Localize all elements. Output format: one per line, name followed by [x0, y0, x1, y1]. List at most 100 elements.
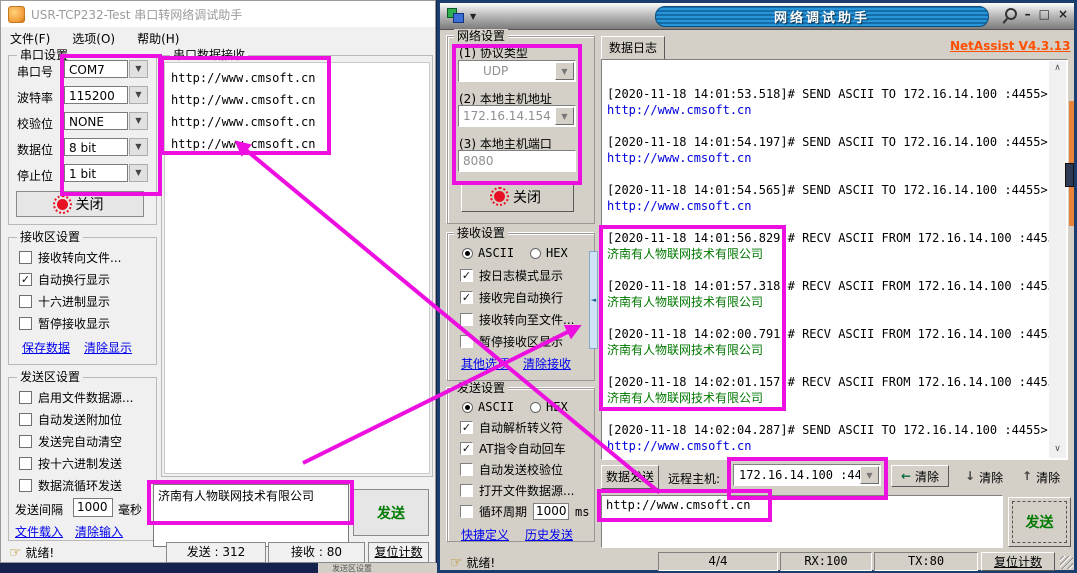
network-close-button[interactable]: 关闭	[461, 181, 574, 212]
hex-display-checkbox[interactable]: 十六进制显示	[19, 293, 110, 310]
maximize-button[interactable]: □	[1039, 7, 1050, 21]
parity-select[interactable]: NONE	[64, 112, 128, 130]
protocol-select[interactable]: UDP ▼	[458, 60, 576, 82]
at-auto-cr-checkbox[interactable]: AT指令自动回车	[460, 440, 566, 457]
clear-down-arrow-icon: ↓	[965, 469, 975, 486]
local-host-dropdown-icon[interactable]: ▼	[555, 107, 574, 125]
quick-define-link[interactable]: 快捷定义	[461, 526, 509, 543]
clear-left-arrow-icon: ←	[901, 469, 911, 483]
clear-all-quick-button[interactable]: ↑ 清除	[1022, 469, 1060, 486]
pause-recv-checkbox-right[interactable]: 暂停接收区显示	[460, 333, 563, 350]
pause-recv-checkbox[interactable]: 暂停接收显示	[19, 315, 110, 332]
menu-options[interactable]: 选项(O)	[72, 30, 115, 47]
ready-hand-icon: ☞	[450, 555, 463, 571]
net-send-input[interactable]: http://www.cmsoft.cn	[601, 495, 1003, 548]
right-title-bar[interactable]: ▼ 网络调试助手 – □ ×	[440, 3, 1074, 30]
net-rx-counter: RX:100	[780, 552, 872, 571]
serial-recv-textarea[interactable]: http://www.cmsoft.cn http://www.cmsoft.c…	[164, 62, 430, 474]
recv-settings-title: 接收设置	[454, 226, 508, 240]
recv-line: http://www.cmsoft.cn	[171, 133, 423, 155]
cycle-period-input[interactable]: 1000	[533, 503, 569, 520]
packet-counter: 4/4	[658, 552, 778, 571]
parity-dropdown-icon[interactable]: ▼	[129, 112, 148, 130]
local-host-select[interactable]: 172.16.14.154 ▼	[458, 105, 576, 127]
net-reset-count-button[interactable]: 复位计数	[981, 552, 1055, 571]
log-entry: [2020-11-18 14:02:04.287]# SEND ASCII TO…	[607, 422, 1047, 454]
load-file-link[interactable]: 文件载入	[15, 523, 63, 540]
send-group-title: 发送区设置	[17, 370, 83, 384]
data-bits-select[interactable]: 8 bit	[64, 138, 128, 156]
data-bits-dropdown-icon[interactable]: ▼	[129, 138, 148, 156]
other-options-link[interactable]: 其他选项	[461, 355, 509, 372]
open-file-datasource-checkbox[interactable]: 打开文件数据源...	[460, 482, 574, 499]
baud-rate-select[interactable]: 115200	[64, 86, 128, 104]
data-log-area[interactable]: [2020-11-18 14:01:53.518]# SEND ASCII TO…	[601, 59, 1068, 460]
close-button[interactable]: ×	[1058, 7, 1068, 21]
stop-bits-select[interactable]: 1 bit	[64, 164, 128, 182]
send-as-hex-checkbox[interactable]: 按十六进制发送	[19, 455, 122, 472]
panel-collapse-splitter[interactable]: ◄	[589, 251, 598, 349]
serial-port-label: 串口号	[17, 63, 61, 80]
log-scrollbar[interactable]: ∧ ∨	[1049, 61, 1066, 458]
serial-send-button[interactable]: 发送	[353, 489, 429, 536]
left-title-bar[interactable]: USR-TCP232-Test 串口转网络调试助手	[1, 1, 435, 27]
tab-data-log[interactable]: 数据日志	[601, 36, 665, 60]
data-bits-label: 数据位	[17, 141, 61, 158]
log-entry: [2020-11-18 14:01:56.829]# RECV ASCII FR…	[607, 230, 1047, 262]
auto-linefeed-checkbox[interactable]: 接收完自动换行	[460, 289, 563, 306]
frame-handle[interactable]	[1065, 163, 1074, 187]
netassist-version-link[interactable]: NetAssist V4.3.13	[950, 39, 1070, 53]
history-send-link[interactable]: 历史发送	[525, 526, 573, 543]
remote-host-dropdown-icon[interactable]: ▼	[860, 466, 879, 484]
clear-send-button[interactable]: ← 清除	[891, 465, 949, 487]
save-data-link[interactable]: 保存数据	[22, 339, 70, 356]
left-menu-bar: 文件(F) 选项(O) 帮助(H)	[1, 27, 435, 49]
scroll-up-icon[interactable]: ∧	[1049, 61, 1066, 77]
usr-app-icon	[8, 6, 25, 23]
resize-grip[interactable]	[1060, 556, 1073, 569]
remote-host-select[interactable]: 172.16.14.100 :4455 ▼	[733, 464, 881, 486]
clear-input-link[interactable]: 清除输入	[75, 523, 123, 540]
serial-close-button[interactable]: 关闭	[16, 191, 144, 217]
netassist-app-icon[interactable]	[447, 8, 463, 22]
window-usr-tcp232: USR-TCP232-Test 串口转网络调试助手 文件(F) 选项(O) 帮助…	[0, 0, 436, 563]
recv-to-file-checkbox[interactable]: 接收转向文件...	[19, 249, 121, 266]
send-interval-input[interactable]: 1000	[73, 498, 113, 517]
menu-help[interactable]: 帮助(H)	[137, 30, 179, 47]
menu-file[interactable]: 文件(F)	[10, 30, 50, 47]
clear-display-link[interactable]: 清除显示	[84, 339, 132, 356]
local-port-input[interactable]: 8080	[458, 150, 576, 172]
net-send-button[interactable]: 发送	[1008, 497, 1071, 547]
auto-newline-checkbox[interactable]: 自动换行显示	[19, 271, 110, 288]
scroll-down-icon[interactable]: ∨	[1049, 442, 1066, 458]
cycle-send-checkbox[interactable]: 循环周期 1000 ms	[460, 503, 589, 520]
stop-bits-dropdown-icon[interactable]: ▼	[129, 164, 148, 182]
serial-port-select[interactable]: COM7	[64, 60, 128, 78]
send-hex-radio[interactable]: HEX	[530, 400, 568, 414]
clear-recv-quick-button[interactable]: ↓ 清除	[965, 469, 1003, 486]
clear-recv-link[interactable]: 清除接收	[523, 355, 571, 372]
log-entry: [2020-11-18 14:01:53.518]# SEND ASCII TO…	[607, 86, 1047, 118]
pin-icon[interactable]	[1002, 6, 1019, 23]
recv-ascii-radio[interactable]: ASCII	[462, 246, 514, 260]
serial-send-input[interactable]: 济南有人物联网技术有限公司	[153, 484, 349, 547]
serial-port-dropdown-icon[interactable]: ▼	[129, 60, 148, 78]
auto-send-suffix-checkbox[interactable]: 自动发送附加位	[19, 411, 122, 428]
tab-data-send[interactable]: 数据发送	[601, 465, 659, 489]
recv-hex-radio[interactable]: HEX	[530, 246, 568, 260]
recv-to-file-checkbox-right[interactable]: 接收转向至文件...	[460, 311, 574, 328]
log-entry: [2020-11-18 14:01:57.318]# RECV ASCII FR…	[607, 278, 1047, 310]
clear-after-send-checkbox[interactable]: 发送完自动清空	[19, 433, 122, 450]
protocol-dropdown-icon[interactable]: ▼	[555, 62, 574, 80]
reset-count-button[interactable]: 复位计数	[368, 542, 429, 563]
file-datasource-checkbox[interactable]: 启用文件数据源...	[19, 389, 133, 406]
loop-send-checkbox[interactable]: 数据流循环发送	[19, 477, 122, 494]
auto-escape-checkbox[interactable]: 自动解析转义符	[460, 419, 563, 436]
baud-rate-dropdown-icon[interactable]: ▼	[129, 86, 148, 104]
sysmenu-caret-icon[interactable]: ▼	[470, 12, 476, 21]
rx-counter: 接收 : 80	[268, 542, 365, 563]
log-mode-checkbox[interactable]: 按日志模式显示	[460, 267, 563, 284]
send-ascii-radio[interactable]: ASCII	[462, 400, 514, 414]
auto-checksum-checkbox[interactable]: 自动发送校验位	[460, 461, 563, 478]
minimize-button[interactable]: –	[1025, 7, 1031, 21]
